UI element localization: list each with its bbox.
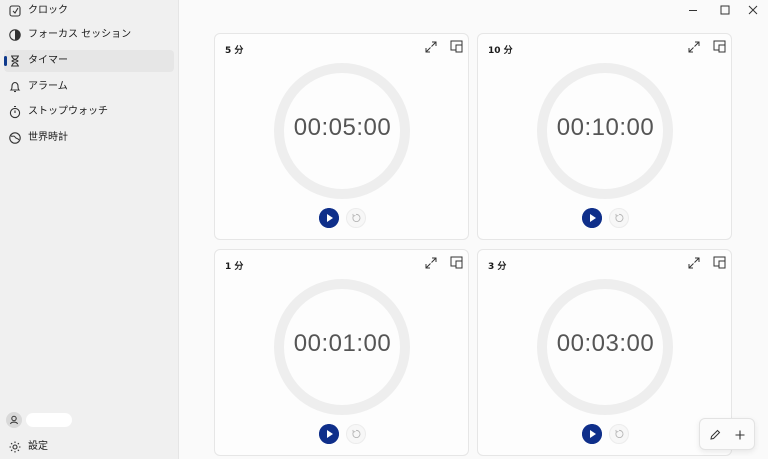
expand-icon[interactable] <box>688 41 700 53</box>
play-icon[interactable] <box>582 208 602 228</box>
sidebar-item-stopwatch[interactable]: ストップウォッチ <box>4 101 174 123</box>
gear-icon <box>9 441 21 453</box>
globe-icon <box>9 132 21 144</box>
sidebar: クロック フォーカス セッション タイマー アラーム ストップウォッチ 世界時計… <box>0 0 178 459</box>
expand-icon[interactable] <box>688 257 700 269</box>
minimize-icon[interactable] <box>684 2 702 18</box>
keep-on-top-icon[interactable] <box>450 256 463 269</box>
sidebar-item-timer[interactable]: タイマー <box>4 50 174 72</box>
timer-title: 3 分 <box>488 262 507 272</box>
timer-card[interactable]: 10 分 00:10:00 <box>477 33 732 240</box>
close-icon[interactable] <box>744 2 762 18</box>
timer-time: 00:10:00 <box>556 114 655 141</box>
timer-title: 5 分 <box>225 46 244 56</box>
timer-card[interactable]: 3 分 00:03:00 <box>477 249 732 456</box>
keep-on-top-icon[interactable] <box>450 40 463 53</box>
pencil-icon[interactable] <box>708 428 722 442</box>
timer-card[interactable]: 1 分 00:01:00 <box>214 249 469 456</box>
expand-icon[interactable] <box>425 41 437 53</box>
bell-icon <box>9 81 21 93</box>
timer-title: 1 分 <box>225 262 244 272</box>
sidebar-item-label: フォーカス セッション <box>28 29 132 40</box>
avatar <box>6 412 22 428</box>
reset-icon[interactable] <box>346 424 366 444</box>
keep-on-top-icon[interactable] <box>713 40 726 53</box>
keep-on-top-icon[interactable] <box>713 256 726 269</box>
sidebar-item-settings[interactable]: 設定 <box>4 436 174 458</box>
sidebar-item-label: 世界時計 <box>28 132 68 143</box>
sidebar-item-label: 設定 <box>28 441 48 452</box>
timer-time: 00:01:00 <box>293 330 392 357</box>
timer-title: 10 分 <box>488 46 513 56</box>
sidebar-item-label: クロック <box>28 5 68 16</box>
hourglass-icon <box>11 55 19 67</box>
maximize-icon[interactable] <box>716 2 734 18</box>
sidebar-item-clock[interactable]: クロック <box>4 0 174 22</box>
play-icon[interactable] <box>319 208 339 228</box>
sidebar-item-focus-session[interactable]: フォーカス セッション <box>4 24 174 46</box>
reset-icon[interactable] <box>346 208 366 228</box>
sidebar-item-label: ストップウォッチ <box>28 106 108 117</box>
expand-icon[interactable] <box>425 257 437 269</box>
timer-time: 00:03:00 <box>556 330 655 357</box>
stopwatch-icon <box>9 105 21 119</box>
person-icon <box>10 415 18 425</box>
sidebar-item-label: タイマー <box>28 55 68 66</box>
timer-toolbar <box>699 418 755 450</box>
timer-time: 00:05:00 <box>293 114 392 141</box>
play-icon[interactable] <box>319 424 339 444</box>
plus-icon[interactable] <box>733 428 747 442</box>
sidebar-item-world-clock[interactable]: 世界時計 <box>4 127 174 149</box>
reset-icon[interactable] <box>609 208 629 228</box>
play-icon[interactable] <box>582 424 602 444</box>
active-indicator <box>4 56 7 66</box>
sidebar-item-alarm[interactable]: アラーム <box>4 76 174 98</box>
timer-card[interactable]: 5 分 00:05:00 <box>214 33 469 240</box>
account-name-redacted <box>26 413 72 427</box>
reset-icon[interactable] <box>609 424 629 444</box>
account-button[interactable] <box>4 409 174 431</box>
focus-icon <box>9 29 21 41</box>
sidebar-item-label: アラーム <box>28 81 68 92</box>
clock-icon <box>9 5 21 17</box>
